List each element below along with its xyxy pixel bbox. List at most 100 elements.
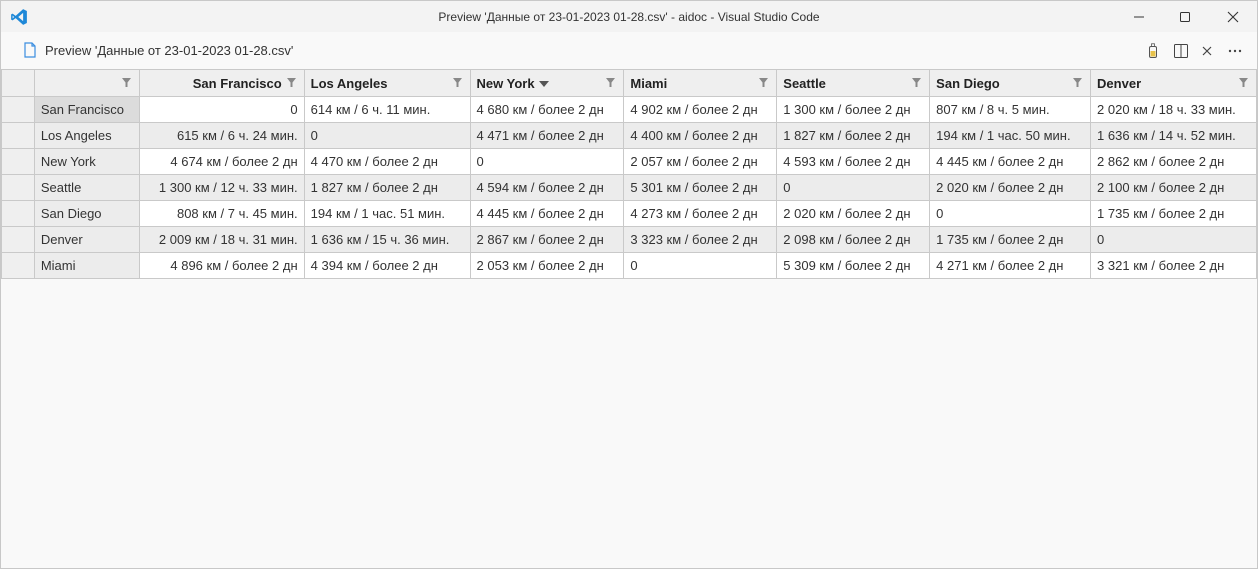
maximize-button[interactable] [1162,1,1208,32]
table-cell[interactable]: 4 271 км / более 2 дн [929,252,1092,279]
column-header-san-francisco[interactable]: San Francisco [138,69,305,97]
row-number-cell[interactable] [1,96,35,123]
minimize-icon [1134,16,1144,17]
filter-icon[interactable] [912,78,922,87]
table-cell[interactable]: 4 896 км / более 2 дн [138,252,305,279]
table-row[interactable]: San Francisco 0 614 км / 6 ч. 11 мин. 4 680… [1,96,1257,123]
filter-icon[interactable] [759,78,769,87]
filter-icon[interactable] [606,78,616,87]
column-header-label: Miami [630,75,668,91]
column-header-los-angeles[interactable]: Los Angeles [303,69,471,97]
column-header-new-york[interactable]: New York [469,69,625,97]
column-header-denver[interactable]: Denver [1090,69,1257,97]
table-row[interactable]: Miami 4 896 км / более 2 дн 4 394 км / бол… [1,252,1257,279]
table-cell[interactable]: 0 [1090,226,1257,253]
table-cell[interactable]: 2 009 км / 18 ч. 31 мин. [138,226,305,253]
table-cell[interactable]: 615 км / 6 ч. 24 мин. [138,122,305,149]
table-row[interactable]: Denver 2 009 км / 18 ч. 31 мин. 1 636 км /… [1,226,1257,253]
column-header-row-label[interactable] [33,69,140,97]
filter-icon[interactable] [452,78,462,87]
table-cell[interactable]: 4 674 км / более 2 дн [138,148,305,175]
split-editor-button[interactable] [1171,41,1191,61]
toggle-action-button[interactable] [1143,41,1163,61]
table-cell[interactable]: 2 057 км / более 2 дн [623,148,778,175]
filter-icon[interactable] [286,78,296,87]
table-row[interactable]: San Diego 808 км / 7 ч. 45 мин. 194 км / 1… [1,200,1257,227]
minimize-button[interactable] [1116,1,1162,32]
table-row[interactable]: Los Angeles 615 км / 6 ч. 24 мин. 0 4 471 к… [1,122,1257,149]
table-cell[interactable]: 4 394 км / более 2 дн [303,252,471,279]
row-number-cell[interactable] [1,226,35,253]
row-label-cell[interactable]: Seattle [33,174,140,201]
maximize-icon [1180,11,1190,22]
table-cell[interactable]: 0 [303,122,471,149]
table-cell[interactable]: 4 594 км / более 2 дн [469,174,625,201]
table-cell[interactable]: 0 [138,96,305,123]
table-cell[interactable]: 807 км / 8 ч. 5 мин. [929,96,1092,123]
filter-icon[interactable] [1239,78,1248,87]
filter-icon[interactable] [1073,78,1083,87]
table-row[interactable]: New York 4 674 км / более 2 дн 4 470 км / … [1,148,1257,175]
table-cell[interactable]: 0 [776,174,931,201]
column-header-miami[interactable]: Miami [623,69,778,97]
row-label-cell[interactable]: Miami [33,252,140,279]
table-cell[interactable]: 4 400 км / более 2 дн [623,122,778,149]
table-cell[interactable]: 1 636 км / 14 ч. 52 мин. [1090,122,1257,149]
table-cell[interactable]: 194 км / 1 час. 51 мин. [303,200,471,227]
table-cell[interactable]: 1 300 км / более 2 дн [776,96,931,123]
column-header-seattle[interactable]: Seattle [776,69,931,97]
row-label-cell[interactable]: San Francisco [33,96,140,123]
row-number-cell[interactable] [1,148,35,175]
table-cell[interactable]: 3 321 км / более 2 дн [1090,252,1257,279]
row-label-cell[interactable]: New York [33,148,140,175]
table-cell[interactable]: 4 902 км / более 2 дн [623,96,778,123]
table-cell[interactable]: 2 053 км / более 2 дн [469,252,625,279]
table-cell[interactable]: 5 301 км / более 2 дн [623,174,778,201]
row-number-cell[interactable] [1,122,35,149]
table-cell[interactable]: 2 020 км / более 2 дн [929,174,1092,201]
table-cell[interactable]: 4 273 км / более 2 дн [623,200,778,227]
table-cell[interactable]: 1 735 км / более 2 дн [929,226,1092,253]
file-preview-icon [24,42,36,58]
table-cell[interactable]: 5 309 км / более 2 дн [776,252,931,279]
table-cell[interactable]: 2 100 км / более 2 дн [1090,174,1257,201]
more-actions-button[interactable] [1225,41,1245,61]
window-title: Preview 'Данные от 23-01-2023 01-28.csv'… [438,9,820,24]
table-cell[interactable]: 4 470 км / более 2 дн [303,148,471,175]
table-cell[interactable]: 614 км / 6 ч. 11 мин. [303,96,471,123]
table-cell[interactable]: 2 862 км / более 2 дн [1090,148,1257,175]
table-cell[interactable]: 0 [623,252,778,279]
row-label-cell[interactable]: Denver [33,226,140,253]
row-number-cell[interactable] [1,174,35,201]
table-cell[interactable]: 2 020 км / 18 ч. 33 мин. [1090,96,1257,123]
table-cell[interactable]: 4 445 км / более 2 дн [929,148,1092,175]
table-cell[interactable]: 2 867 км / более 2 дн [469,226,625,253]
table-cell[interactable]: 4 471 км / более 2 дн [469,122,625,149]
table-cell[interactable]: 1 300 км / 12 ч. 33 мин. [138,174,305,201]
row-label-cell[interactable]: Los Angeles [33,122,140,149]
row-number-cell[interactable] [1,252,35,279]
table-cell[interactable]: 0 [469,148,625,175]
editor-tab-title[interactable]: Preview 'Данные от 23-01-2023 01-28.csv' [45,43,293,58]
table-cell[interactable]: 4 445 км / более 2 дн [469,200,625,227]
column-header-san-diego[interactable]: San Diego [929,69,1092,97]
table-cell[interactable]: 4 680 км / более 2 дн [469,96,625,123]
row-number-cell[interactable] [1,200,35,227]
table-cell[interactable]: 1 735 км / более 2 дн [1090,200,1257,227]
table-cell[interactable]: 2 020 км / более 2 дн [776,200,931,227]
table-cell[interactable]: 194 км / 1 час. 50 мин. [929,122,1092,149]
close-window-button[interactable] [1210,1,1256,32]
table-cell[interactable]: 1 827 км / более 2 дн [776,122,931,149]
row-label-cell[interactable]: San Diego [33,200,140,227]
close-tab-button[interactable] [1197,41,1217,61]
table-cell[interactable]: 3 323 км / более 2 дн [623,226,778,253]
filter-icon[interactable] [121,78,131,87]
table-cell[interactable]: 1 636 км / 15 ч. 36 мин. [303,226,471,253]
close-icon [1202,46,1212,56]
table-cell[interactable]: 4 593 км / более 2 дн [776,148,931,175]
table-cell[interactable]: 1 827 км / более 2 дн [303,174,471,201]
table-cell[interactable]: 0 [929,200,1092,227]
table-cell[interactable]: 2 098 км / более 2 дн [776,226,931,253]
table-cell[interactable]: 808 км / 7 ч. 45 мин. [138,200,305,227]
table-row[interactable]: Seattle 1 300 км / 12 ч. 33 мин. 1 827 км … [1,174,1257,201]
